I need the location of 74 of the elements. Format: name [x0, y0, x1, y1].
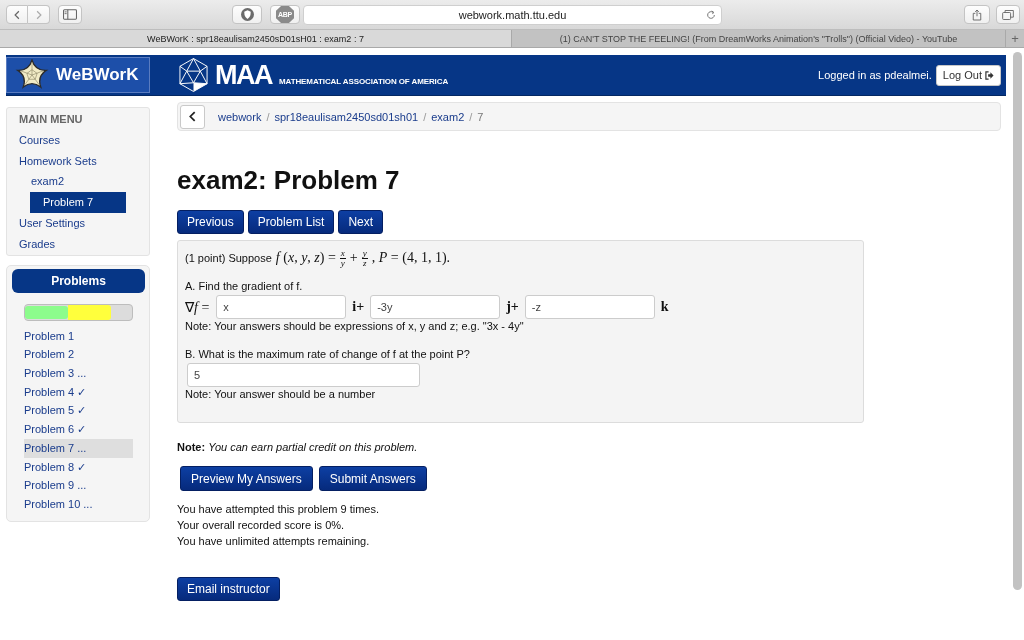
problem-link[interactable]: Problem 7 ... [24, 438, 133, 458]
chevron-right-icon [35, 9, 42, 20]
shield-button[interactable] [232, 5, 262, 24]
breadcrumb-current: 7 [477, 110, 484, 123]
question-text: A. Find the gradient of f. [185, 279, 303, 294]
problem-link[interactable]: Problem 10 ... [24, 494, 133, 514]
menu-item[interactable]: Homework Sets [19, 150, 97, 172]
url-text: webwork.math.ttu.edu [458, 8, 567, 21]
menu-item[interactable]: Courses [19, 129, 60, 151]
maa-logo-text: MAA [215, 60, 272, 90]
share-icon [972, 8, 982, 21]
logout-button[interactable]: Log Out [935, 64, 1001, 86]
scrollbar-thumb[interactable] [1013, 52, 1022, 590]
menu-item[interactable]: User Settings [19, 213, 86, 234]
share-button[interactable] [964, 5, 990, 24]
logo-text: WeBWorK [56, 65, 139, 85]
problem-link[interactable]: Problem 9 ... [24, 476, 133, 495]
logout-icon [985, 70, 994, 80]
problem-link[interactable]: Problem 8 ✓ [24, 457, 133, 477]
answer-field[interactable]: -z [524, 295, 655, 319]
problem-link[interactable]: Problem 1 [24, 326, 133, 346]
submit-button[interactable]: Submit Answers [318, 466, 427, 491]
attempt-info-text: Your overall recorded score is 0%. [177, 518, 345, 533]
credit-note: Note: You can earn partial credit on this problem. [177, 440, 418, 455]
shield-icon [240, 8, 254, 21]
submit-button[interactable]: Preview My Answers [180, 466, 313, 491]
answer-field[interactable]: x [216, 295, 347, 319]
problems-heading: Problems [12, 268, 145, 293]
answer-field[interactable]: -3y [370, 295, 501, 319]
breadcrumb-link[interactable]: webwork [218, 110, 262, 123]
problem-link[interactable]: Problem 2 [24, 345, 133, 364]
attempt-info-text: You have unlimited attempts remaining. [177, 534, 370, 549]
nav-button[interactable]: Previous [177, 210, 244, 234]
question-text: B. What is the maximum rate of change of f at the point P? [185, 347, 470, 362]
breadcrumb-separator: / [265, 110, 271, 123]
vector-label: i+ [351, 299, 366, 315]
note-text: Note: Your answers should be expressions of x, y and z; e.g. "3x - 4y" [185, 319, 524, 334]
nav-button[interactable]: Next [338, 210, 384, 234]
answer-field[interactable]: 5 [187, 363, 420, 387]
page-title: exam2: Problem 7 [177, 165, 400, 195]
reload-icon [706, 9, 716, 20]
logo-panel[interactable]: WeBWorK [6, 57, 150, 93]
menu-heading: MAIN MENU [19, 112, 83, 127]
chevron-left-icon [14, 9, 20, 20]
problem-link[interactable]: Problem 5 ✓ [24, 401, 133, 421]
sidebar-button[interactable] [58, 5, 82, 24]
problem-link[interactable]: Problem 6 ✓ [24, 420, 133, 439]
menu-item[interactable]: Problem 7 [30, 192, 126, 213]
attempt-info-text: You have attempted this problem 9 times. [177, 502, 379, 517]
breadcrumb-separator: / [422, 110, 428, 123]
back-button[interactable] [180, 104, 205, 129]
browser-tab[interactable]: WeBWorK : spr18eaulisam2450sD01sH01 : exam2 : 7 [0, 30, 512, 47]
menu-item[interactable]: Grades [19, 233, 56, 255]
sidebar-icon [63, 9, 77, 20]
address-bar[interactable]: webwork.math.ttu.edu [303, 4, 722, 25]
star-icon [15, 59, 49, 91]
tabs-icon [1002, 9, 1014, 20]
note-text: Note: Your answer should be a number [185, 387, 376, 402]
maa-name-text: MATHEMATICAL ASSOCIATION OF AMERICA [279, 77, 449, 86]
breadcrumb-link[interactable]: spr18eaulisam2450sd01sh01 [274, 110, 419, 123]
email-instructor-button[interactable]: Email instructor [177, 577, 280, 601]
chevron-left-icon [189, 111, 196, 122]
vector-label: j+ [505, 299, 520, 315]
tabs-overview-button[interactable] [996, 5, 1020, 24]
math-label: ∇f = [185, 298, 210, 316]
menu-item[interactable]: exam2 [31, 171, 65, 193]
icosahedron-icon [178, 57, 209, 93]
breadcrumb-separator: / [468, 110, 474, 123]
problem-link[interactable]: Problem 4 ✓ [24, 382, 133, 402]
vector-label: k [659, 299, 670, 315]
problem-link[interactable]: Problem 3 ... [24, 364, 133, 383]
login-status: Logged in as pdealmei. [818, 69, 932, 81]
breadcrumb-link[interactable]: exam2 [431, 110, 465, 123]
nav-button[interactable]: Problem List [247, 210, 335, 234]
